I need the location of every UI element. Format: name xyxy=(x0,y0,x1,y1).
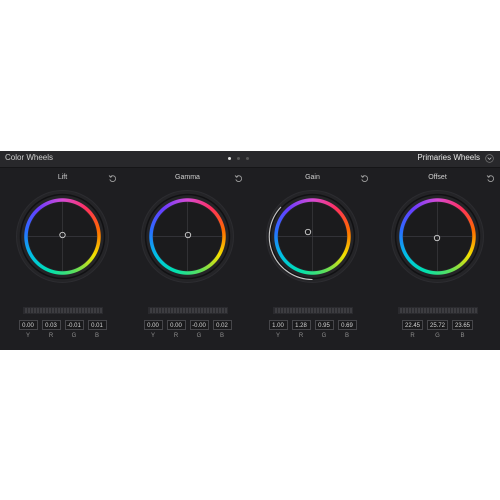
lift-y-value[interactable]: 0.00 xyxy=(18,320,38,330)
gamma-g-value[interactable]: -0.00 xyxy=(189,320,209,330)
wheel-panel-gamma: Gamma 0.00 0.00 -0.00 0.02 Y R G B xyxy=(125,170,250,348)
lift-g-value[interactable]: -0.01 xyxy=(64,320,84,330)
wheel-panel-offset: Offset 22.45 25.72 23.65 R G B xyxy=(375,170,500,348)
wheel-label: Lift xyxy=(57,174,68,181)
reset-icon[interactable] xyxy=(360,174,369,183)
value-row: 1.00 1.28 0.95 0.69 xyxy=(250,320,375,330)
channel-label: Y xyxy=(150,333,155,339)
channel-label: B xyxy=(344,333,349,339)
master-wheel-slider[interactable] xyxy=(398,307,478,314)
color-wheel[interactable] xyxy=(140,189,235,284)
channel-label: B xyxy=(460,333,465,339)
page-dot-1[interactable] xyxy=(228,157,231,160)
reset-icon[interactable] xyxy=(234,174,243,183)
channel-labels: Y R G B xyxy=(125,333,250,339)
channel-label: G xyxy=(435,333,440,339)
page-indicator xyxy=(228,157,249,160)
channel-label: G xyxy=(196,333,202,339)
channel-label: B xyxy=(219,333,224,339)
gain-b-value[interactable]: 0.69 xyxy=(337,320,357,330)
channel-label: R xyxy=(298,333,304,339)
channel-label: G xyxy=(321,333,327,339)
gamma-r-value[interactable]: 0.00 xyxy=(166,320,186,330)
wheel-label: Gain xyxy=(305,174,320,181)
gamma-y-value[interactable]: 0.00 xyxy=(143,320,163,330)
channel-labels: R G B xyxy=(375,333,500,339)
mode-selector[interactable]: Primaries Wheels xyxy=(417,153,480,162)
channel-label: Y xyxy=(25,333,30,339)
page-dot-2[interactable] xyxy=(237,157,240,160)
gain-r-value[interactable]: 1.28 xyxy=(291,320,311,330)
offset-b-value[interactable]: 23.65 xyxy=(452,320,473,330)
panel-title: Color Wheels xyxy=(5,153,54,162)
page-dot-3[interactable] xyxy=(246,157,249,160)
color-wheel[interactable] xyxy=(390,189,485,284)
color-wheel[interactable] xyxy=(265,189,360,284)
wheel-label: Gamma xyxy=(175,174,200,181)
color-wheels-panel: Color Wheels Primaries Wheels Lift 0.00 … xyxy=(0,151,500,350)
channel-labels: Y R G B xyxy=(0,333,125,339)
channel-label: R xyxy=(173,333,179,339)
value-row: 0.00 0.00 -0.00 0.02 xyxy=(125,320,250,330)
color-wheel[interactable] xyxy=(15,189,110,284)
wheel-label: Offset xyxy=(428,174,447,181)
offset-g-value[interactable]: 25.72 xyxy=(427,320,448,330)
gain-g-value[interactable]: 0.95 xyxy=(314,320,334,330)
value-row: 22.45 25.72 23.65 xyxy=(375,320,500,330)
channel-label: R xyxy=(410,333,415,339)
gain-y-value[interactable]: 1.00 xyxy=(268,320,288,330)
lift-r-value[interactable]: 0.03 xyxy=(41,320,61,330)
value-row: 0.00 0.03 -0.01 0.01 xyxy=(0,320,125,330)
channel-label: G xyxy=(71,333,77,339)
chevron-down-icon[interactable] xyxy=(485,154,494,163)
master-wheel-slider[interactable] xyxy=(148,307,228,314)
reset-icon[interactable] xyxy=(108,174,117,183)
channel-labels: Y R G B xyxy=(250,333,375,339)
reset-icon[interactable] xyxy=(486,174,495,183)
lift-b-value[interactable]: 0.01 xyxy=(87,320,107,330)
panel-header: Color Wheels Primaries Wheels xyxy=(0,151,500,168)
wheel-panel-gain: Gain 1.00 1.28 0.95 0.69 Y R G B xyxy=(250,170,375,348)
channel-label: B xyxy=(94,333,99,339)
gamma-b-value[interactable]: 0.02 xyxy=(212,320,232,330)
master-wheel-slider[interactable] xyxy=(23,307,103,314)
channel-label: R xyxy=(48,333,54,339)
master-wheel-slider[interactable] xyxy=(273,307,353,314)
offset-r-value[interactable]: 22.45 xyxy=(402,320,423,330)
wheel-panel-lift: Lift 0.00 0.03 -0.01 0.01 Y R G B xyxy=(0,170,125,348)
channel-label: Y xyxy=(275,333,280,339)
